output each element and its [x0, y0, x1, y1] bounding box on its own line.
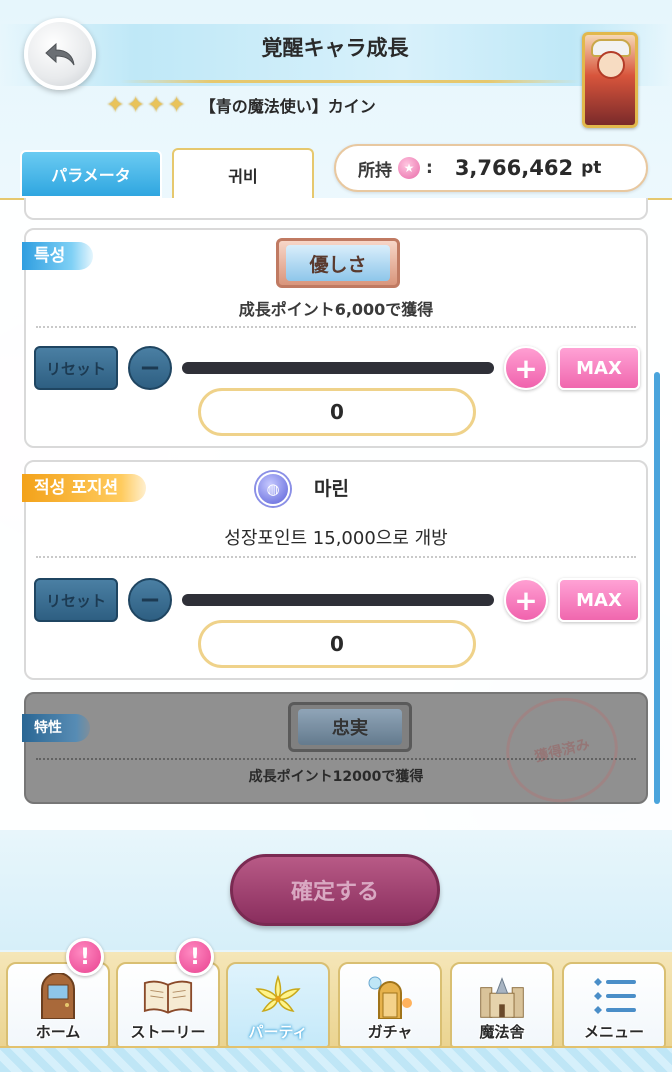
- notification-badge: !: [176, 938, 214, 976]
- divider: [36, 758, 636, 760]
- nav-menu[interactable]: メニュー: [562, 962, 666, 1048]
- points-label: 所持: [358, 160, 392, 181]
- nav-label: ホーム: [35, 1023, 81, 1041]
- pink-star-coin-icon: ★: [398, 157, 420, 179]
- max-button[interactable]: MAX: [558, 346, 640, 390]
- star-icon: ✦: [146, 92, 166, 118]
- header-divider: [120, 80, 580, 83]
- trait-name: 忠実: [298, 709, 402, 745]
- castle-icon: [477, 973, 527, 1019]
- portrait-face: [597, 51, 625, 79]
- book-icon: [143, 973, 193, 1019]
- divider: [36, 556, 636, 558]
- amount-slider[interactable]: [182, 594, 494, 606]
- back-arrow-icon: [45, 42, 75, 66]
- increment-button[interactable]: +: [504, 578, 548, 622]
- acquired-trait-card: 獲得済み 特性 忠実 成長ポイント12000で獲得: [22, 685, 648, 815]
- unlock-text: 成長ポイント6,000で獲得: [238, 300, 434, 319]
- star-icon: ✦: [126, 92, 145, 118]
- nav-gacha[interactable]: ガチャ: [338, 962, 442, 1048]
- scrollbar[interactable]: [654, 372, 660, 804]
- section-ribbon: 특성: [22, 242, 94, 270]
- previous-card-edge: [24, 198, 648, 220]
- nav-party[interactable]: パーティ: [226, 962, 330, 1048]
- amount-value: 0: [198, 620, 476, 668]
- nav-label: ガチャ: [367, 1023, 413, 1041]
- points-value: 3,766,462: [454, 156, 574, 180]
- page-title: 覚醒キャラ成長: [261, 36, 409, 60]
- star-icon: ✦: [167, 92, 186, 118]
- nav-decoration: [0, 1046, 672, 1072]
- nav-home[interactable]: ホーム: [6, 962, 110, 1048]
- nav-magic-house[interactable]: 魔法舎: [450, 962, 554, 1048]
- character-portrait[interactable]: [582, 32, 638, 128]
- confirm-button[interactable]: 確定する: [230, 854, 440, 926]
- rarity-stars: ✦ ✦ ✦ ✦: [106, 93, 186, 118]
- max-button[interactable]: MAX: [558, 578, 640, 622]
- unlock-text: 성장포인트 15,000으로 개방: [224, 528, 448, 549]
- lily-icon: [253, 973, 303, 1019]
- gacha-door-icon: [365, 973, 415, 1019]
- star-icon: ✦: [106, 92, 125, 118]
- position-icon: ◍: [256, 472, 290, 506]
- nav-label: ストーリー: [130, 1023, 206, 1041]
- amount-slider[interactable]: [182, 362, 494, 374]
- position-name: 마린: [314, 478, 349, 500]
- acquired-stamp: 獲得済み: [495, 685, 629, 815]
- decrement-button[interactable]: −: [128, 346, 172, 390]
- reset-button[interactable]: リセット: [34, 578, 118, 622]
- amount-value: 0: [198, 388, 476, 436]
- nav-label: 魔法舎: [479, 1023, 525, 1041]
- trait-badge: 優しさ: [276, 238, 400, 288]
- character-name: 【青の魔法使い】カイン: [199, 97, 376, 116]
- door-icon: [33, 973, 83, 1019]
- tab-active[interactable]: 귀비: [172, 148, 314, 200]
- position-card: 적성 포지션 ◍ 마린 성장포인트 15,000으로 개방 リセット − + M…: [22, 460, 648, 680]
- nav-label: パーティ: [248, 1023, 308, 1041]
- section-ribbon: 特性: [22, 714, 90, 742]
- unlock-text: 成長ポイント12000で獲得: [248, 769, 424, 785]
- notification-badge: !: [66, 938, 104, 976]
- divider: [36, 326, 636, 328]
- reset-button[interactable]: リセット: [34, 346, 118, 390]
- trait-badge: 忠実: [288, 702, 412, 752]
- nav-label: メニュー: [583, 1023, 644, 1041]
- section-ribbon: 적성 포지션: [22, 474, 147, 502]
- back-button[interactable]: [24, 18, 96, 90]
- tab-parameter[interactable]: パラメータ: [20, 150, 162, 198]
- decrement-button[interactable]: −: [128, 578, 172, 622]
- points-colon: :: [426, 158, 433, 178]
- points-unit: pt: [581, 158, 602, 178]
- nav-story[interactable]: ストーリー: [116, 962, 220, 1048]
- trait-name: 優しさ: [286, 245, 390, 281]
- menu-icon: [589, 973, 639, 1019]
- increment-button[interactable]: +: [504, 346, 548, 390]
- character-row: ✦ ✦ ✦ ✦ 【青の魔法使い】カイン: [100, 88, 580, 122]
- trait-card: 특성 優しさ 成長ポイント6,000で獲得 リセット − + MAX 0: [22, 228, 648, 448]
- points-display: 所持 ★ : 3,766,462 pt: [334, 144, 648, 192]
